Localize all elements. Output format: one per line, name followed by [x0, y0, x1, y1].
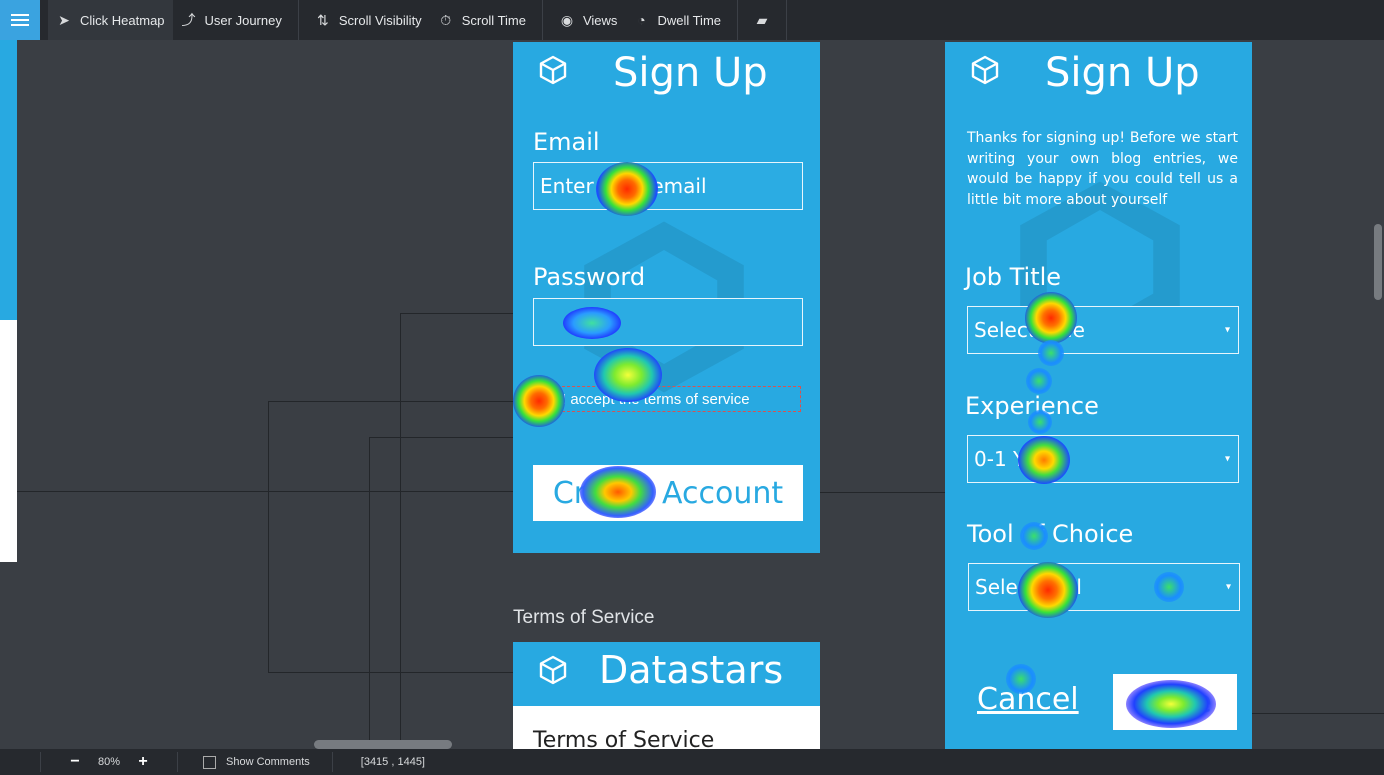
divider	[331, 752, 333, 772]
toolbar-group-click: ➤ Click Heatmap ⤴ User Journey	[40, 0, 299, 40]
save-button[interactable]: Save	[1113, 674, 1237, 730]
scroll-time-label: Scroll Time	[461, 12, 526, 28]
zoom-in-button[interactable]: +	[129, 753, 157, 771]
zoom-level: 80%	[97, 756, 121, 768]
horizontal-scrollbar[interactable]	[314, 740, 452, 749]
toolbar-group-views: ◉ Views ◔ Dwell Time	[543, 0, 739, 40]
caret-down-icon: ▾	[1224, 453, 1230, 465]
cursor-coordinates: [3415 , 1445]	[360, 756, 425, 768]
show-comments-label: Show Comments	[226, 756, 310, 768]
zoom-out-button[interactable]: −	[61, 753, 89, 771]
email-input[interactable]: Enter your email	[533, 162, 803, 210]
stopwatch-icon: ⏱	[440, 11, 452, 28]
terms-checkbox[interactable]: I accept the terms of service	[557, 386, 801, 412]
user-journey-label: User Journey	[204, 12, 282, 28]
journey-icon: ⤴	[181, 12, 196, 28]
job-title-label: Job Title	[965, 263, 1062, 291]
job-title-value: Select Title	[974, 318, 1085, 342]
job-title-select[interactable]: Select Title ▾	[967, 306, 1239, 354]
divider	[177, 752, 178, 772]
comments-button[interactable]: ▰	[746, 0, 778, 40]
left-screen-header	[0, 40, 17, 320]
password-input[interactable]	[533, 298, 803, 346]
cube-logo-icon	[971, 55, 999, 85]
dwell-time-button[interactable]: ◔ Dwell Time	[625, 0, 729, 40]
connector-line	[0, 491, 513, 492]
user-journey-button[interactable]: ⤴ User Journey	[173, 0, 290, 40]
experience-label: Experience	[965, 392, 1099, 420]
left-screen-body	[0, 320, 17, 562]
connector-line	[369, 437, 370, 749]
toolbar-group-comments: ▰	[738, 0, 788, 40]
intro-text: Thanks for signing up! Before we start w…	[967, 130, 1238, 208]
cancel-link[interactable]: Cancel	[977, 682, 1079, 717]
connector-line	[400, 313, 513, 314]
bottom-statusbar: − 80% + Show Comments [3415 , 1445]	[0, 749, 1384, 775]
connector-line	[268, 401, 269, 673]
dwell-icon: ◔	[637, 12, 646, 28]
divider	[40, 752, 41, 772]
caret-down-icon: ▾	[1224, 324, 1230, 336]
dwell-time-label: Dwell Time	[657, 12, 722, 28]
create-account-button[interactable]: Create Account	[533, 465, 803, 521]
scroll-visibility-button[interactable]: ⇅ Scroll Visibility	[307, 0, 430, 40]
comment-icon: ▰	[756, 11, 768, 28]
scroll-visibility-label: Scroll Visibility	[338, 12, 422, 28]
profile-screen: Sign Up Thanks for signing up! Before we…	[945, 42, 1252, 750]
views-label: Views	[582, 12, 618, 28]
scroll-arrows-icon: ⇅	[316, 11, 329, 28]
tool-select[interactable]: Select Tool ▾	[968, 563, 1240, 611]
cube-logo-icon	[539, 655, 567, 685]
connector-line	[369, 437, 513, 438]
connector-line	[268, 672, 513, 673]
experience-value: 0-1 Years	[974, 447, 1066, 471]
top-toolbar: ➤ Click Heatmap ⤴ User Journey ⇅ Scroll …	[0, 0, 1384, 40]
connector-line	[1237, 713, 1384, 714]
show-comments-checkbox[interactable]	[203, 755, 216, 769]
password-label: Password	[533, 263, 646, 291]
tos-title: Datastars	[599, 648, 784, 692]
caret-down-icon: ▾	[1225, 581, 1231, 593]
vertical-scrollbar[interactable]	[1374, 224, 1382, 300]
experience-select[interactable]: 0-1 Years ▾	[967, 435, 1239, 483]
profile-title: Sign Up	[1045, 50, 1200, 96]
cube-logo-icon	[539, 55, 567, 85]
tool-value: Select Tool	[975, 575, 1082, 599]
hamburger-icon	[11, 19, 29, 21]
tos-screen-caption: Terms of Service	[513, 607, 655, 628]
connector-line	[803, 492, 945, 493]
terms-label: I accept the terms of service	[562, 390, 750, 408]
email-label: Email	[533, 128, 600, 156]
connector-line	[268, 401, 513, 402]
eye-icon: ◉	[560, 11, 574, 28]
cursor-icon: ➤	[58, 11, 70, 28]
tos-body: Terms of Service	[513, 706, 820, 753]
connector-line	[400, 313, 401, 749]
tool-label: Tool of Choice	[967, 520, 1134, 548]
toolbar-group-scroll: ⇅ Scroll Visibility ⏱ Scroll Time	[299, 0, 543, 40]
views-button[interactable]: ◉ Views	[551, 0, 625, 40]
tos-screen: Datastars Terms of Service	[513, 642, 820, 753]
hamburger-menu-button[interactable]	[0, 0, 40, 40]
signup-title: Sign Up	[613, 50, 768, 96]
click-heatmap-label: Click Heatmap	[80, 12, 165, 28]
click-heatmap-button[interactable]: ➤ Click Heatmap	[48, 0, 173, 40]
scroll-time-button[interactable]: ⏱ Scroll Time	[430, 0, 534, 40]
signup-screen: Sign Up Email Enter your email Password …	[513, 42, 820, 553]
